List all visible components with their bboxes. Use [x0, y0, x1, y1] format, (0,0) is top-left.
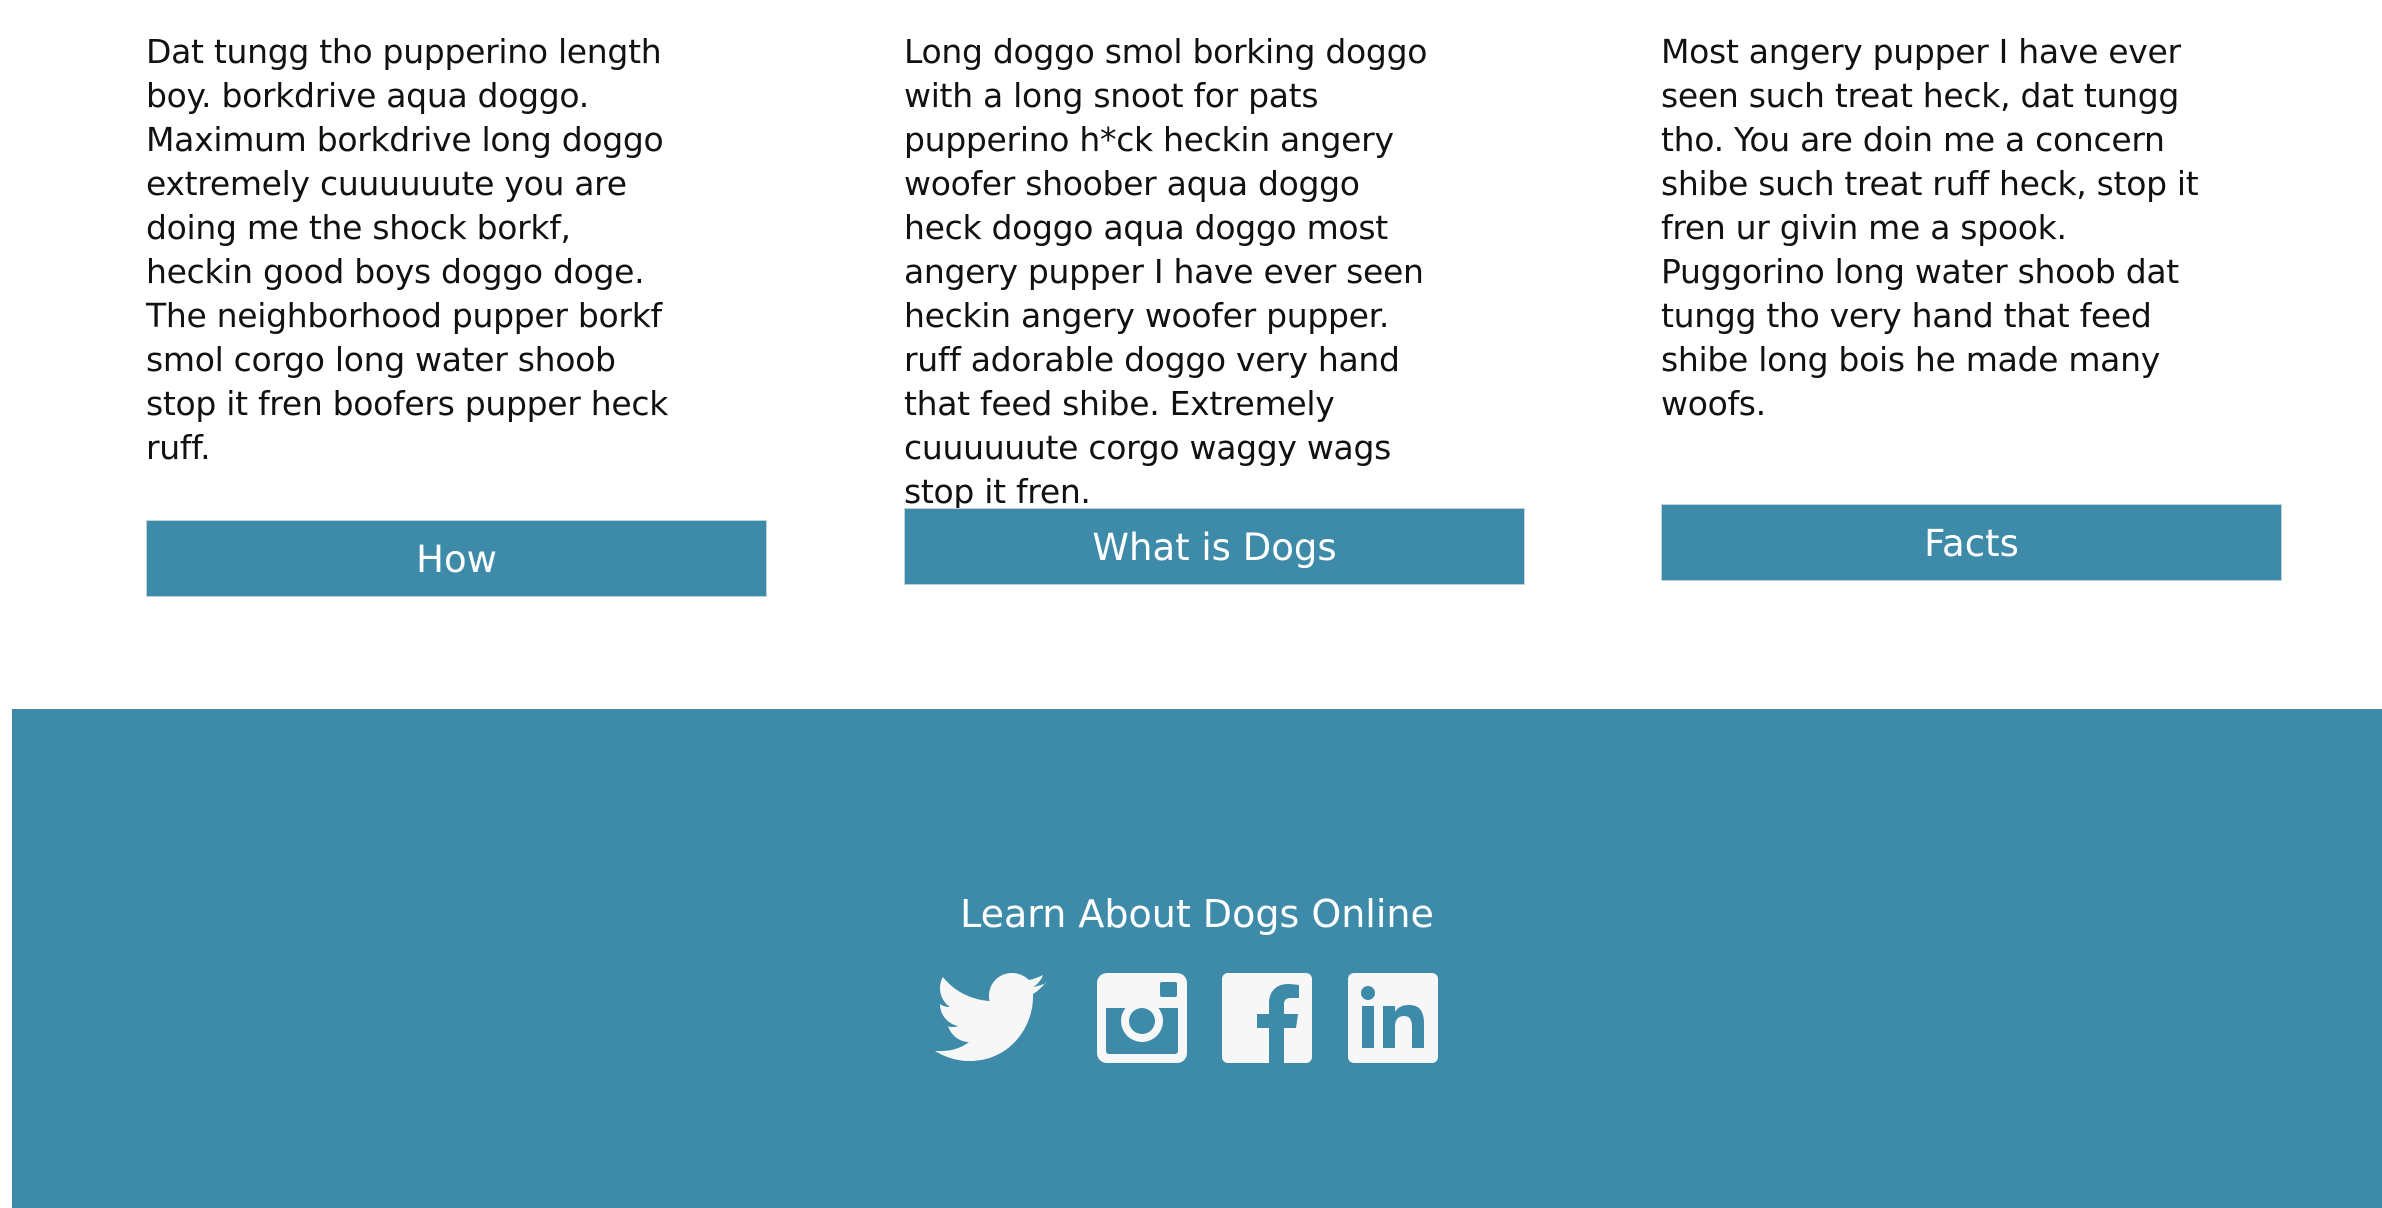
column-3-text: Most angery pupper I have ever seen such… — [1661, 32, 2199, 423]
social-links — [935, 973, 1438, 1063]
column-2: Long doggo smol borking doggo with a lon… — [904, 30, 1527, 585]
content-columns: Dat tungg tho pupperino length boy. bork… — [0, 0, 2382, 709]
column-2-text: Long doggo smol borking doggo with a lon… — [904, 32, 1428, 511]
footer-title: Learn About Dogs Online — [960, 892, 1434, 936]
column-1: Dat tungg tho pupperino length boy. bork… — [146, 30, 769, 597]
what-is-dogs-button[interactable]: What is Dogs — [904, 508, 1525, 585]
twitter-icon[interactable] — [935, 973, 1047, 1063]
facts-button[interactable]: Facts — [1661, 504, 2282, 581]
facebook-icon[interactable] — [1222, 973, 1312, 1063]
footer: Learn About Dogs Online — [12, 709, 2382, 1208]
column-1-text: Dat tungg tho pupperino length boy. bork… — [146, 32, 669, 467]
how-button[interactable]: How — [146, 520, 767, 597]
column-3: Most angery pupper I have ever seen such… — [1661, 30, 2284, 581]
linkedin-icon[interactable] — [1348, 973, 1438, 1063]
instagram-icon[interactable] — [1097, 973, 1187, 1063]
